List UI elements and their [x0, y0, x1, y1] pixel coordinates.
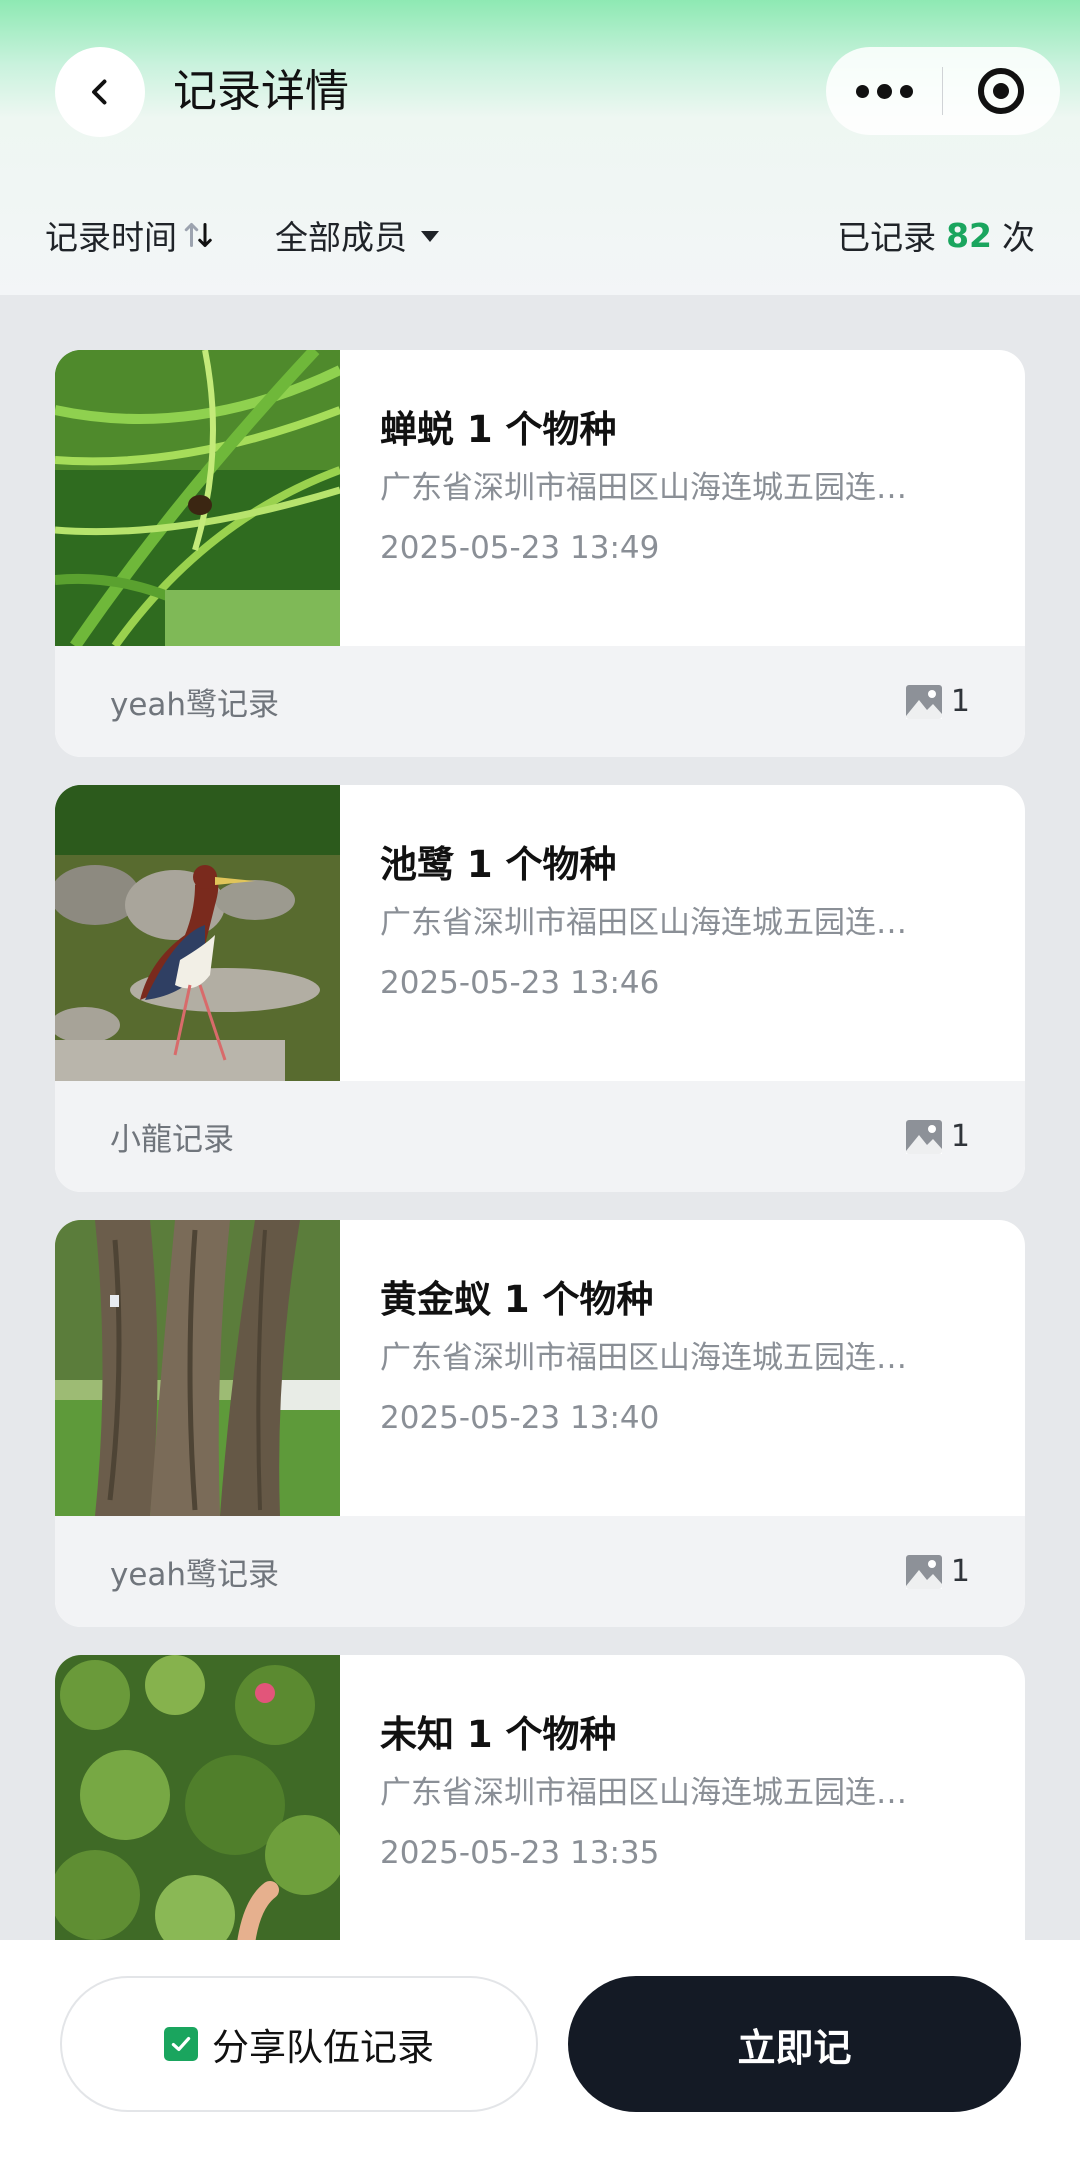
- record-count-suffix: 次: [1002, 218, 1035, 257]
- record-photo: [55, 1655, 340, 1951]
- species-title: 黄金蚁 1 个物种: [380, 1278, 654, 1321]
- record-time: 2025-05-23 13:49: [380, 530, 660, 566]
- record-card[interactable]: 蝉蜕 1 个物种 广东省深圳市福田区山海连城五园连… 2025-05-23 13…: [55, 350, 1025, 757]
- record-footer: yeah鹭记录 1: [55, 646, 1025, 757]
- record-info: 池鹭 1 个物种 广东省深圳市福田区山海连城五园连… 2025-05-23 13…: [380, 840, 1000, 1006]
- photo-count-value: 1: [950, 1119, 970, 1154]
- more-dot-icon: [899, 84, 913, 98]
- back-button[interactable]: [55, 47, 145, 137]
- shrub-photo: [55, 1655, 340, 1951]
- record-footer: 小龍记录 1: [55, 1081, 1025, 1192]
- palm-leaves-photo: [55, 350, 340, 646]
- record-photo: [55, 350, 340, 646]
- record-footer: yeah鹭记录 1: [55, 1516, 1025, 1627]
- photo-count: 1: [905, 1119, 970, 1155]
- pond-heron-photo: [55, 785, 340, 1081]
- species-title: 池鹭 1 个物种: [380, 843, 617, 886]
- photo-count-value: 1: [950, 1554, 970, 1589]
- record-address: 广东省深圳市福田区山海连城五园连…: [380, 1775, 907, 1811]
- record-info: 黄金蚁 1 个物种 广东省深圳市福田区山海连城五园连… 2025-05-23 1…: [380, 1275, 1000, 1441]
- page: 记录详情 记录时间 全部成员 已记录 82 次 蝉蜕 1 个物种 广东省深圳市福…: [0, 0, 1080, 2159]
- record-author: yeah鹭记录: [110, 687, 280, 723]
- share-team-records-button[interactable]: 分享队伍记录: [60, 1976, 538, 2112]
- filter-bar: 记录时间 全部成员 已记录 82 次: [0, 190, 1080, 295]
- record-info: 蝉蜕 1 个物种 广东省深圳市福田区山海连城五园连… 2025-05-23 13…: [380, 405, 1000, 571]
- bottom-action-bar: 分享队伍记录 立即记: [0, 1940, 1080, 2159]
- record-author: yeah鹭记录: [110, 1557, 280, 1593]
- share-team-records-label: 分享队伍记录: [212, 2026, 434, 2069]
- image-icon: [905, 684, 942, 719]
- image-icon: [905, 1554, 942, 1589]
- record-address: 广东省深圳市福田区山海连城五园连…: [380, 905, 907, 941]
- target-icon: [978, 68, 1024, 114]
- image-icon: [905, 1119, 942, 1154]
- sort-icon: [184, 223, 212, 247]
- record-author: 小龍记录: [110, 1122, 234, 1158]
- record-time: 2025-05-23 13:35: [380, 1835, 660, 1871]
- banyan-tree-photo: [55, 1220, 340, 1516]
- record-count: 已记录 82 次: [837, 205, 1035, 265]
- record-address: 广东省深圳市福田区山海连城五园连…: [380, 470, 907, 506]
- mini-program-capsule: [826, 47, 1060, 135]
- record-time: 2025-05-23 13:40: [380, 1400, 660, 1436]
- sort-time-button[interactable]: 记录时间: [45, 205, 217, 265]
- more-dot-icon: [876, 83, 892, 99]
- record-info: 未知 1 个物种 广东省深圳市福田区山海连城五园连… 2025-05-23 13…: [380, 1710, 1000, 1876]
- chevron-left-icon: [92, 79, 107, 105]
- record-photo: [55, 1220, 340, 1516]
- more-button[interactable]: [826, 47, 942, 135]
- record-card[interactable]: 黄金蚁 1 个物种 广东省深圳市福田区山海连城五园连… 2025-05-23 1…: [55, 1220, 1025, 1627]
- species-title: 蝉蜕 1 个物种: [380, 408, 617, 451]
- photo-count: 1: [905, 684, 970, 720]
- more-dot-icon: [855, 84, 869, 98]
- page-title: 记录详情: [173, 66, 349, 117]
- caret-down-icon: [421, 231, 439, 242]
- member-filter-dropdown[interactable]: 全部成员: [275, 205, 439, 265]
- record-address: 广东省深圳市福田区山海连城五园连…: [380, 1340, 907, 1376]
- record-count-value: 82: [946, 215, 992, 255]
- species-title: 未知 1 个物种: [380, 1713, 617, 1756]
- record-count-prefix: 已记录: [837, 218, 937, 257]
- sort-label: 记录时间: [45, 218, 177, 257]
- photo-count-value: 1: [950, 684, 970, 719]
- record-now-button[interactable]: 立即记: [568, 1976, 1021, 2112]
- record-list: 蝉蜕 1 个物种 广东省深圳市福田区山海连城五园连… 2025-05-23 13…: [55, 350, 1025, 2090]
- photo-count: 1: [905, 1554, 970, 1590]
- record-card[interactable]: 池鹭 1 个物种 广东省深圳市福田区山海连城五园连… 2025-05-23 13…: [55, 785, 1025, 1192]
- record-time: 2025-05-23 13:46: [380, 965, 660, 1001]
- member-filter-label: 全部成员: [275, 218, 407, 257]
- record-photo: [55, 785, 340, 1081]
- close-miniprogram-button[interactable]: [943, 47, 1059, 135]
- checkbox-checked-icon[interactable]: [164, 2027, 198, 2061]
